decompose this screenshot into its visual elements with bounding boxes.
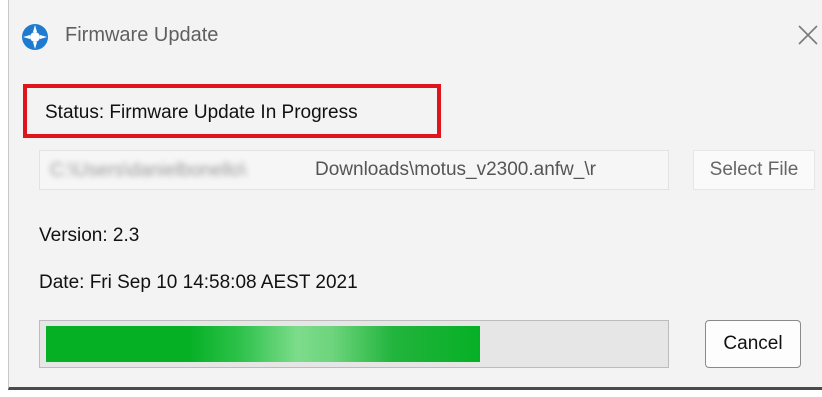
cancel-button[interactable]: Cancel bbox=[705, 320, 801, 368]
title-bar: Firmware Update bbox=[9, 0, 822, 74]
window-title: Firmware Update bbox=[65, 24, 219, 46]
close-icon[interactable] bbox=[795, 22, 821, 48]
date-label: Date: Fri Sep 10 14:58:08 AEST 2021 bbox=[39, 272, 358, 293]
status-highlight-box: Status: Firmware Update In Progress bbox=[23, 84, 441, 138]
select-file-button[interactable]: Select File bbox=[693, 150, 815, 190]
progress-fill bbox=[46, 326, 480, 362]
progress-bar bbox=[39, 320, 669, 368]
file-path-text: Downloads\motus_v2300.anfw_\r bbox=[315, 159, 596, 180]
firmware-update-window: Firmware Update Status: Firmware Update … bbox=[8, 0, 822, 390]
app-logo-icon bbox=[22, 24, 48, 50]
status-label: Status: Firmware Update In Progress bbox=[45, 102, 358, 123]
version-label: Version: 2.3 bbox=[39, 225, 140, 246]
obscured-path-segment: C:\Users\danielbonello\ bbox=[50, 160, 247, 181]
file-path-field[interactable]: C:\Users\danielbonello\ Downloads\motus_… bbox=[39, 150, 669, 190]
